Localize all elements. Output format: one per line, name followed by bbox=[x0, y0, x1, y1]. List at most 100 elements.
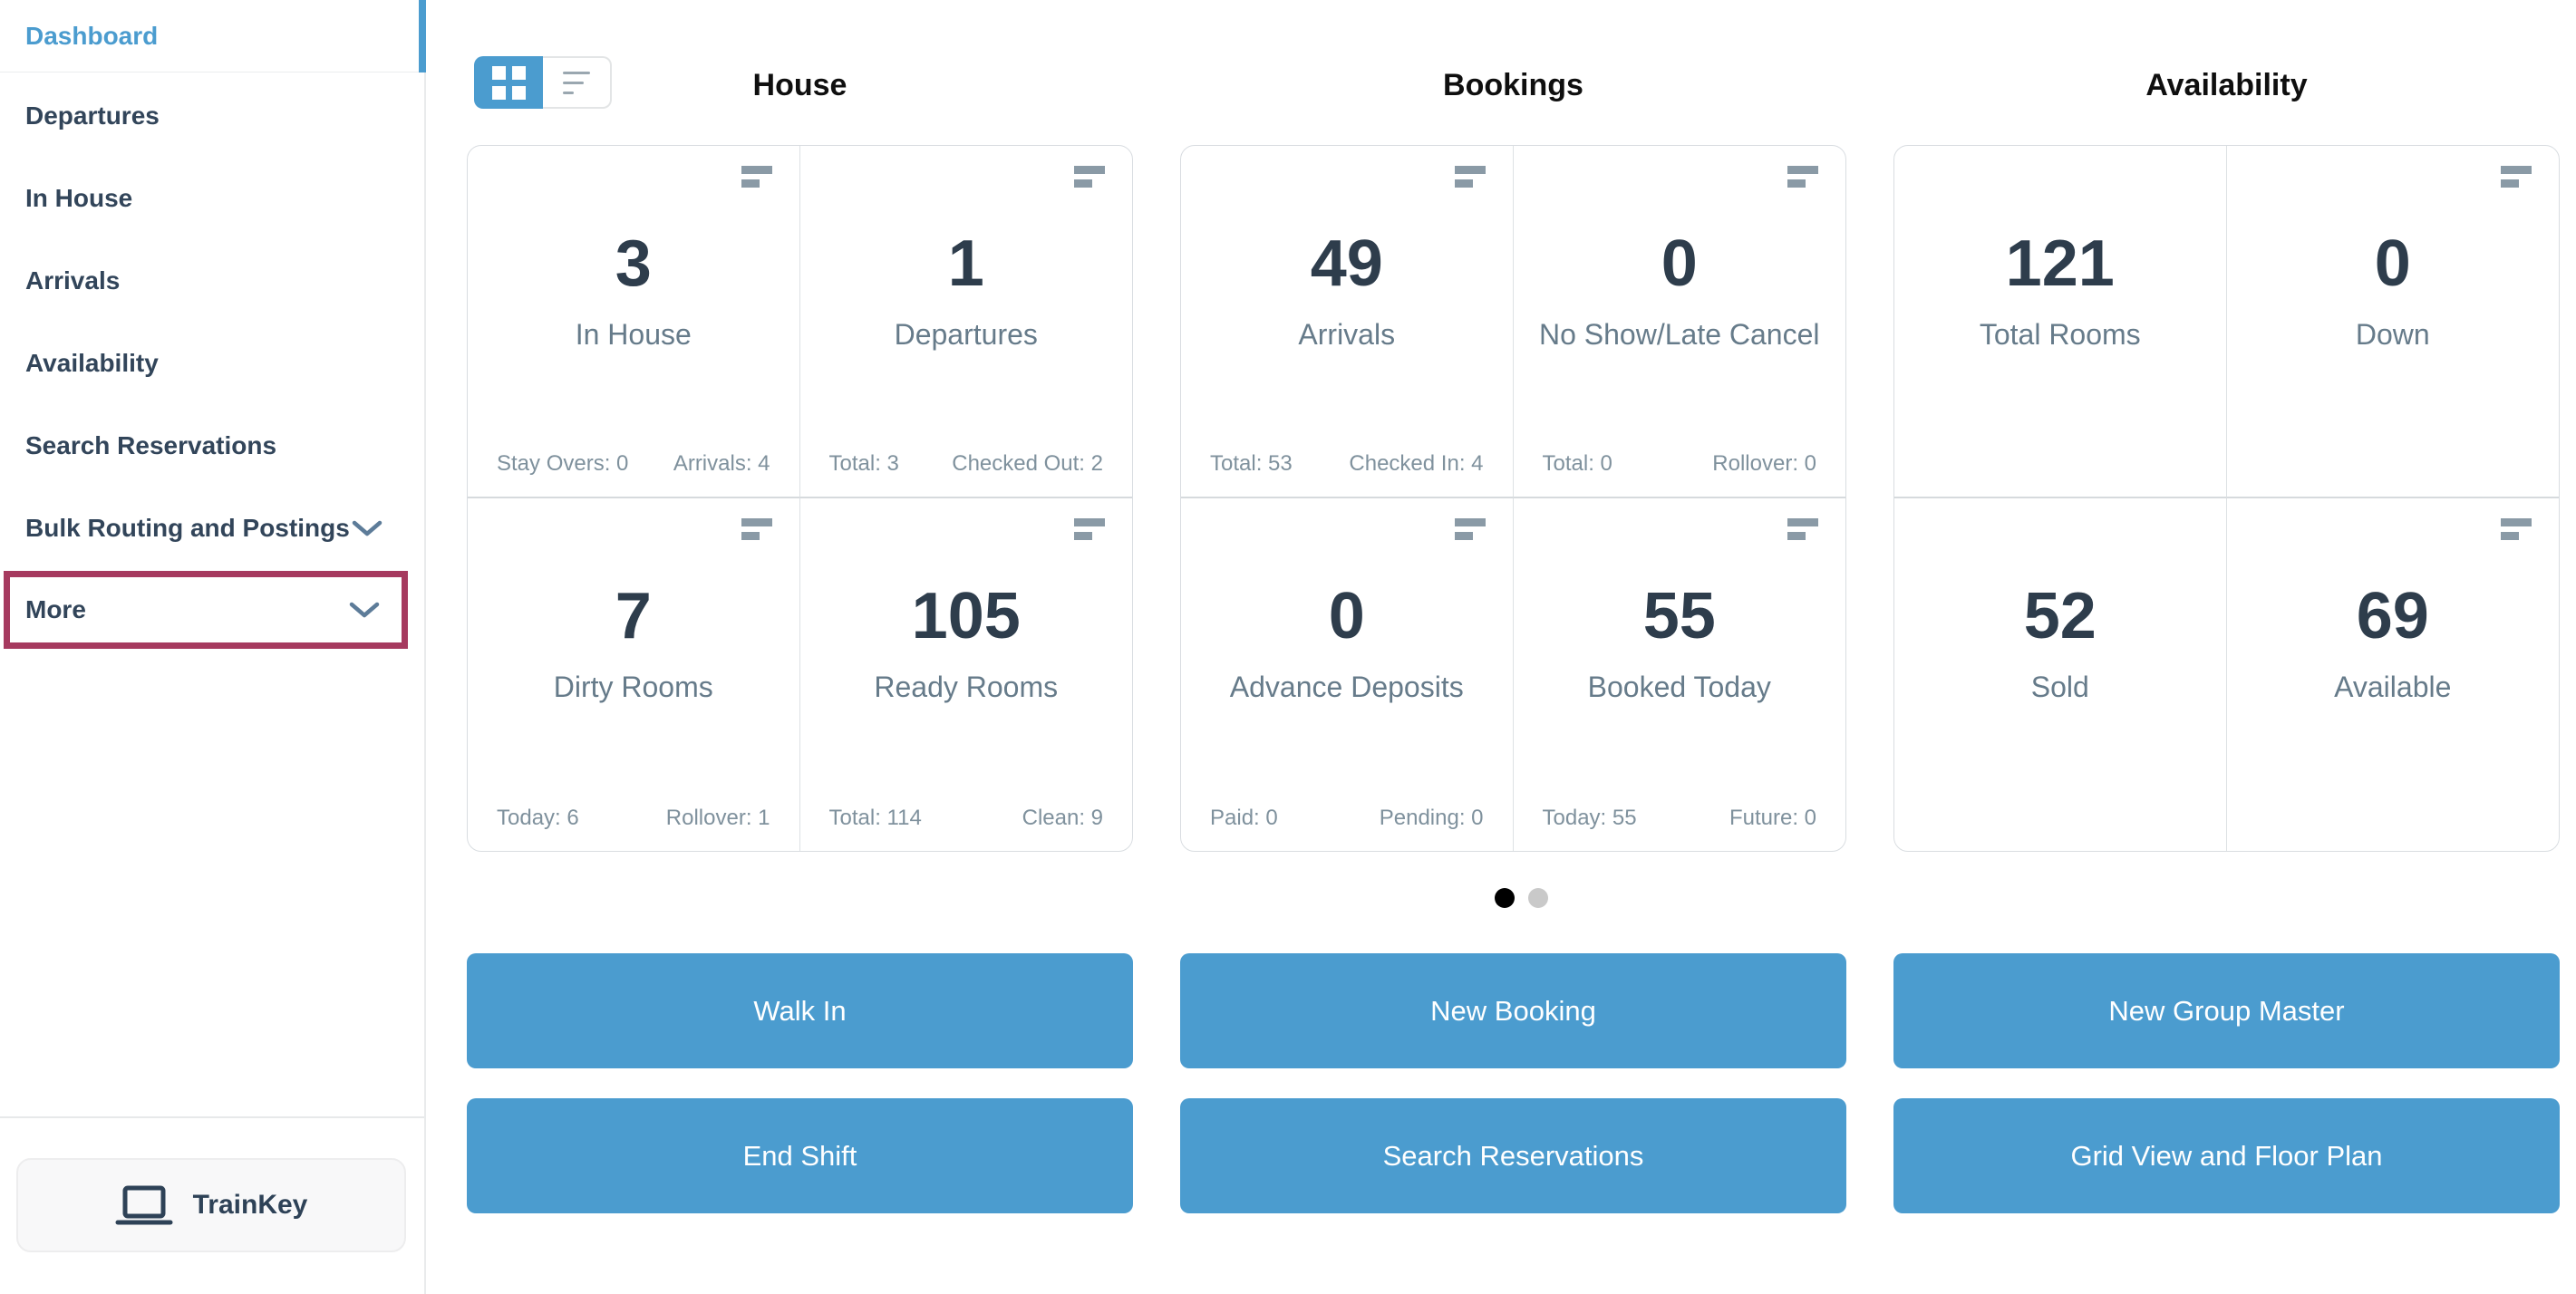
pagination-dot-1[interactable] bbox=[1495, 888, 1515, 908]
stat-label: In House bbox=[576, 318, 692, 352]
sidebar-item-bulk-routing-and-postings[interactable]: Bulk Routing and Postings bbox=[0, 487, 424, 569]
card-menu-icon[interactable] bbox=[2501, 166, 2532, 188]
sidebar-nav-list: Departures In House Arrivals Availabilit… bbox=[0, 72, 424, 649]
stat-substats: Stay Overs: 0 Arrivals: 4 bbox=[497, 451, 770, 477]
list-view-icon[interactable] bbox=[543, 56, 612, 109]
annotation-highlight: More bbox=[4, 571, 408, 649]
stat-substats: Total: 114 Clean: 9 bbox=[829, 806, 1104, 831]
substat-left: Paid: 0 bbox=[1210, 806, 1278, 831]
hotel-pms-dashboard: Dashboard Departures In House Arrivals A… bbox=[0, 0, 2576, 1294]
substat-right: Arrivals: 4 bbox=[673, 451, 770, 477]
house-panel: 3 In House Stay Overs: 0 Arrivals: 4 1 D… bbox=[467, 145, 1133, 852]
carousel-pagination bbox=[467, 888, 2576, 908]
sidebar-item-availability[interactable]: Availability bbox=[0, 322, 424, 404]
stat-card-down[interactable]: 0 Down bbox=[2227, 146, 2560, 498]
stat-card-booked-today[interactable]: 55 Booked Today Today: 55 Future: 0 bbox=[1514, 498, 1846, 851]
sidebar-item-in-house[interactable]: In House bbox=[0, 157, 424, 239]
new-group-master-button[interactable]: New Group Master bbox=[1893, 953, 2560, 1068]
card-menu-icon[interactable] bbox=[1455, 518, 1486, 540]
card-menu-icon[interactable] bbox=[1074, 518, 1105, 540]
stat-card-ready-rooms[interactable]: 105 Ready Rooms Total: 114 Clean: 9 bbox=[800, 498, 1133, 851]
substat-right: Clean: 9 bbox=[1022, 806, 1103, 831]
stat-card-dirty-rooms[interactable]: 7 Dirty Rooms Today: 6 Rollover: 1 bbox=[468, 498, 800, 851]
stat-label: Sold bbox=[2031, 671, 2089, 704]
section-title-bookings: Bookings bbox=[1180, 43, 1846, 103]
substat-left: Today: 55 bbox=[1543, 806, 1637, 831]
sidebar-item-label: Departures bbox=[25, 101, 160, 130]
substat-right: Rollover: 1 bbox=[666, 806, 770, 831]
sidebar-item-label: Search Reservations bbox=[25, 431, 276, 460]
substat-left: Total: 3 bbox=[829, 451, 899, 477]
view-toggle bbox=[474, 56, 612, 109]
action-buttons-row-1: Walk In New Booking New Group Master bbox=[467, 953, 2576, 1068]
laptop-icon bbox=[115, 1184, 173, 1226]
card-menu-icon[interactable] bbox=[2501, 518, 2532, 540]
grid-view-icon[interactable] bbox=[474, 56, 543, 109]
stat-card-arrivals[interactable]: 49 Arrivals Total: 53 Checked In: 4 bbox=[1181, 146, 1514, 498]
substat-left: Stay Overs: 0 bbox=[497, 451, 628, 477]
sidebar-item-label: Arrivals bbox=[25, 266, 120, 295]
stat-label: Down bbox=[2356, 318, 2430, 352]
substat-left: Total: 114 bbox=[829, 806, 922, 831]
card-menu-icon[interactable] bbox=[1074, 166, 1105, 188]
substat-left: Total: 53 bbox=[1210, 451, 1293, 477]
availability-panel: 121 Total Rooms 0 Down 52 Sold 69 Availa… bbox=[1893, 145, 2560, 852]
card-menu-icon[interactable] bbox=[741, 166, 772, 188]
substat-right: Pending: 0 bbox=[1380, 806, 1484, 831]
stat-value: 0 bbox=[2375, 231, 2411, 296]
sidebar-footer: TrainKey bbox=[0, 1116, 424, 1294]
stat-value: 49 bbox=[1311, 231, 1383, 296]
stat-label: Booked Today bbox=[1588, 671, 1771, 704]
stat-card-departures[interactable]: 1 Departures Total: 3 Checked Out: 2 bbox=[800, 146, 1133, 498]
sidebar: Dashboard Departures In House Arrivals A… bbox=[0, 0, 426, 1294]
end-shift-button[interactable]: End Shift bbox=[467, 1098, 1133, 1213]
stat-card-total-rooms[interactable]: 121 Total Rooms bbox=[1894, 146, 2227, 498]
list-glyph bbox=[563, 72, 590, 94]
sidebar-item-search-reservations[interactable]: Search Reservations bbox=[0, 404, 424, 487]
bookings-panel: 49 Arrivals Total: 53 Checked In: 4 0 No… bbox=[1180, 145, 1846, 852]
substat-left: Today: 6 bbox=[497, 806, 579, 831]
stat-substats: Total: 3 Checked Out: 2 bbox=[829, 451, 1104, 477]
walk-in-button[interactable]: Walk In bbox=[467, 953, 1133, 1068]
search-reservations-button[interactable]: Search Reservations bbox=[1180, 1098, 1846, 1213]
sidebar-item-dashboard[interactable]: Dashboard bbox=[0, 0, 424, 72]
stat-label: Advance Deposits bbox=[1230, 671, 1464, 704]
card-menu-icon[interactable] bbox=[741, 518, 772, 540]
stat-card-no-show-late-cancel[interactable]: 0 No Show/Late Cancel Total: 0 Rollover:… bbox=[1514, 146, 1846, 498]
chevron-down-icon bbox=[349, 601, 380, 619]
sidebar-item-departures[interactable]: Departures bbox=[0, 74, 424, 157]
stat-value: 52 bbox=[2024, 584, 2097, 649]
sidebar-item-label: Availability bbox=[25, 349, 159, 378]
stat-label: Ready Rooms bbox=[874, 671, 1058, 704]
trainkey-button[interactable]: TrainKey bbox=[16, 1158, 406, 1252]
sidebar-item-more[interactable]: More bbox=[10, 577, 402, 642]
pagination-dot-2[interactable] bbox=[1528, 888, 1548, 908]
active-item-indicator bbox=[419, 0, 426, 72]
stat-value: 55 bbox=[1643, 584, 1716, 649]
stat-card-available[interactable]: 69 Available bbox=[2227, 498, 2560, 851]
sidebar-item-arrivals[interactable]: Arrivals bbox=[0, 239, 424, 322]
stat-label: No Show/Late Cancel bbox=[1539, 318, 1820, 352]
substat-right: Rollover: 0 bbox=[1712, 451, 1816, 477]
trainkey-label: TrainKey bbox=[193, 1190, 308, 1221]
substat-right: Checked Out: 2 bbox=[952, 451, 1103, 477]
stat-card-in-house[interactable]: 3 In House Stay Overs: 0 Arrivals: 4 bbox=[468, 146, 800, 498]
new-booking-button[interactable]: New Booking bbox=[1180, 953, 1846, 1068]
sidebar-item-label: Dashboard bbox=[25, 22, 158, 51]
stat-label: Arrivals bbox=[1298, 318, 1395, 352]
stat-card-advance-deposits[interactable]: 0 Advance Deposits Paid: 0 Pending: 0 bbox=[1181, 498, 1514, 851]
grid-view-and-floor-plan-button[interactable]: Grid View and Floor Plan bbox=[1893, 1098, 2560, 1213]
stat-card-sold[interactable]: 52 Sold bbox=[1894, 498, 2227, 851]
substat-right: Checked In: 4 bbox=[1349, 451, 1483, 477]
card-menu-icon[interactable] bbox=[1787, 166, 1818, 188]
card-menu-icon[interactable] bbox=[1787, 518, 1818, 540]
stat-label: Total Rooms bbox=[1980, 318, 2141, 352]
chevron-down-icon bbox=[352, 519, 383, 537]
section-title-availability: Availability bbox=[1893, 43, 2560, 103]
stat-substats: Total: 53 Checked In: 4 bbox=[1210, 451, 1484, 477]
stat-value: 105 bbox=[912, 584, 1021, 649]
card-menu-icon[interactable] bbox=[1455, 166, 1486, 188]
section-headers: House Bookings Availability bbox=[467, 0, 2576, 145]
action-buttons-row-2: End Shift Search Reservations Grid View … bbox=[467, 1098, 2576, 1213]
stat-label: Departures bbox=[895, 318, 1038, 352]
